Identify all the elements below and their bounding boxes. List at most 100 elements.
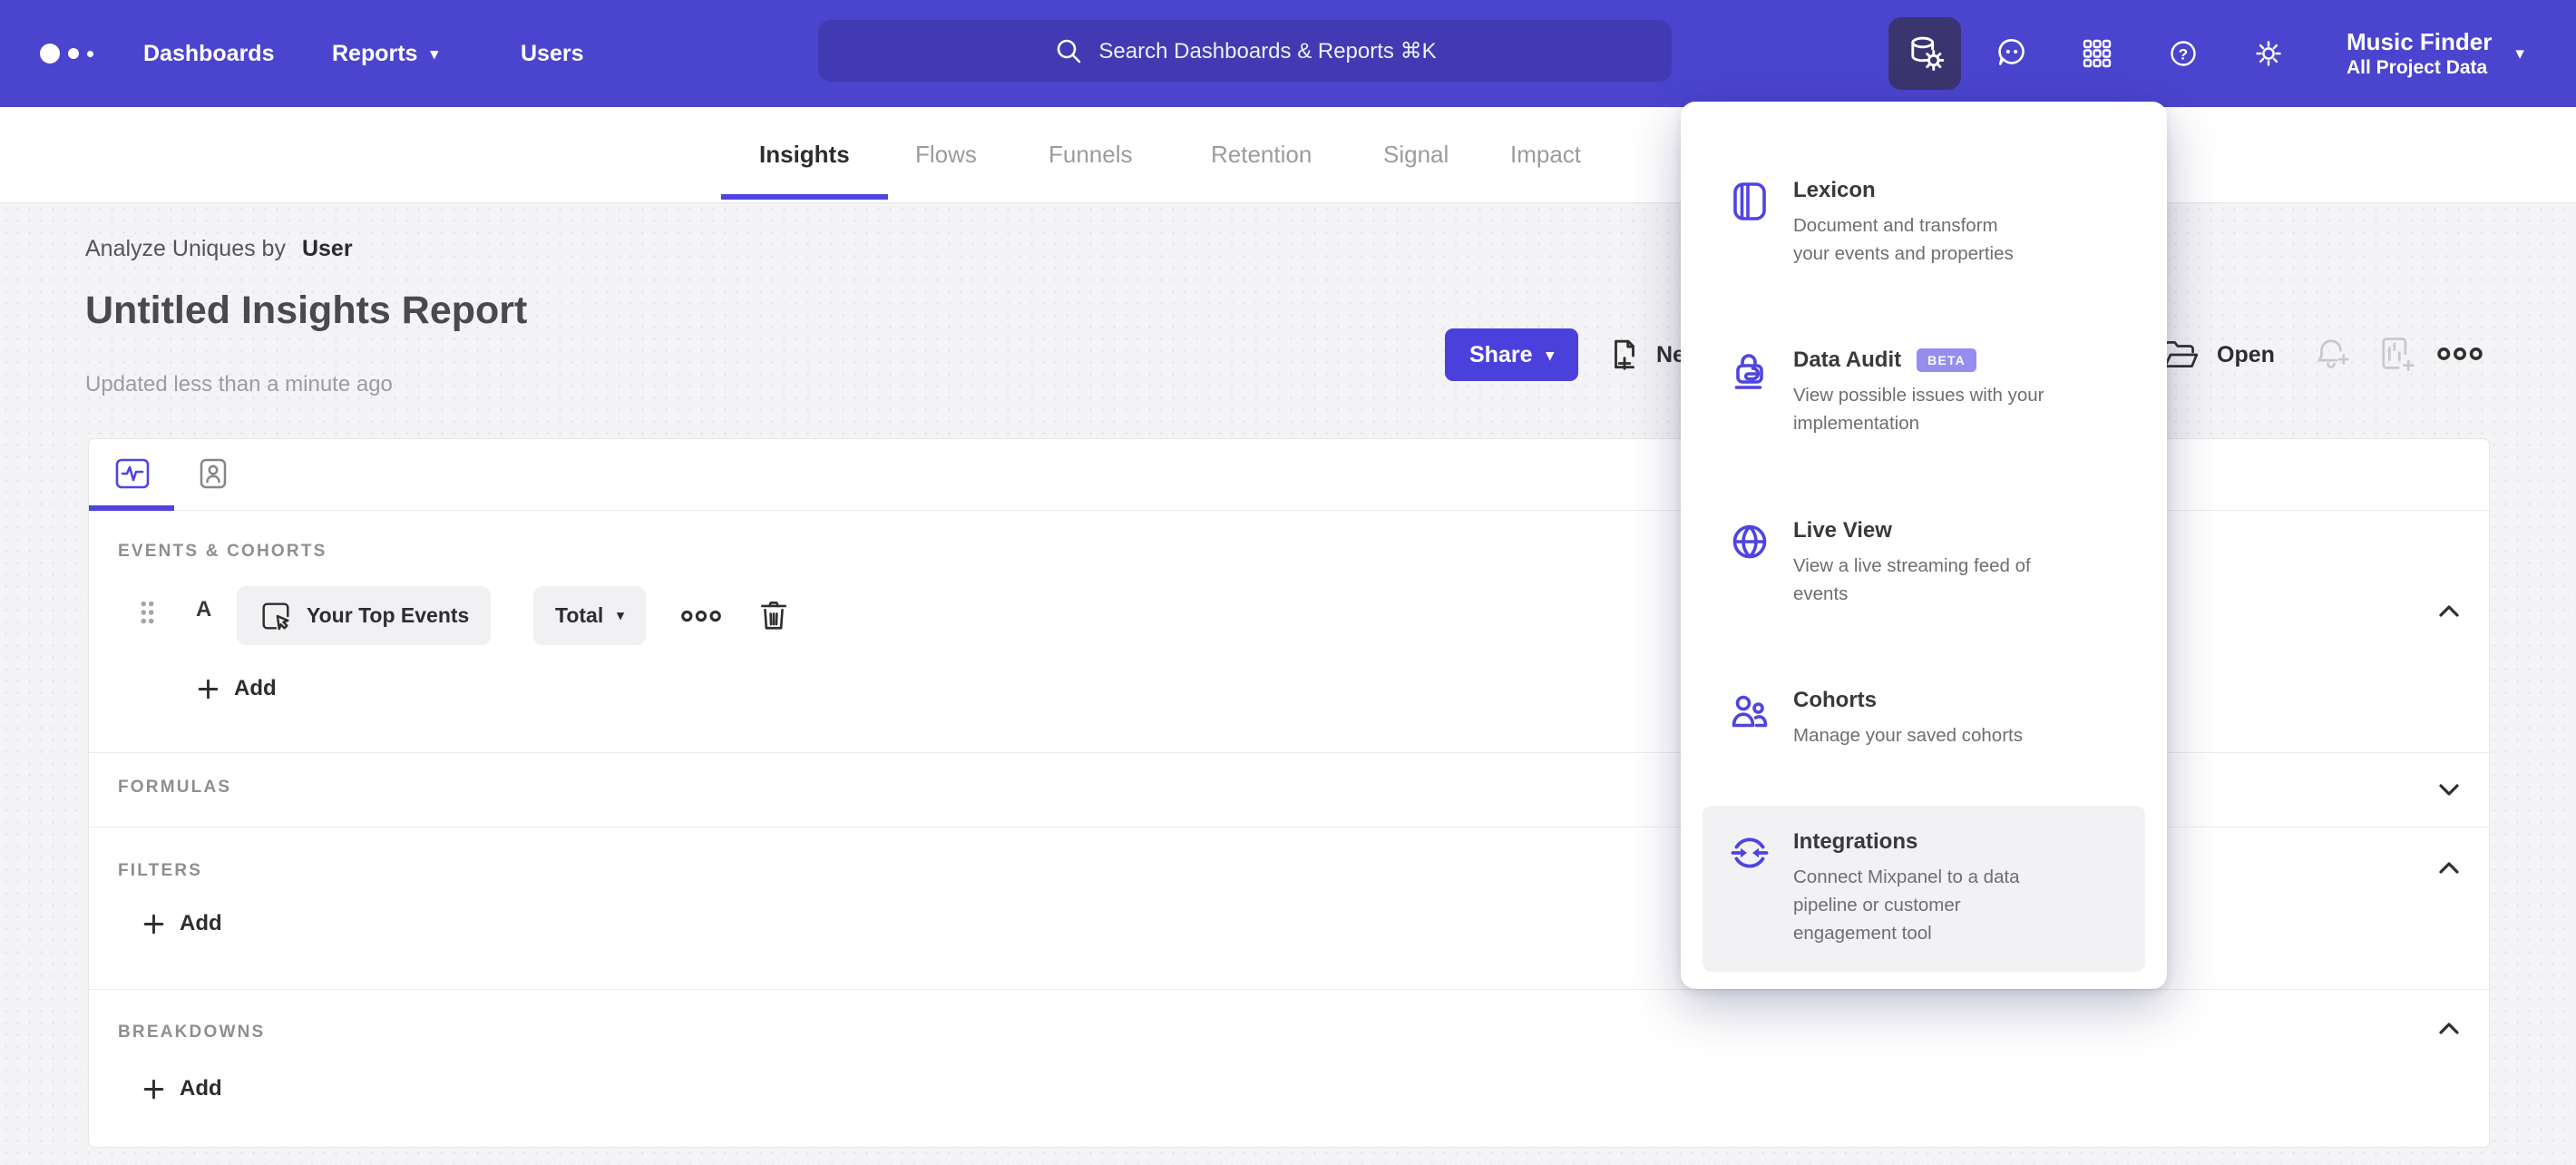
tab-retention[interactable]: Retention <box>1211 107 1312 202</box>
drag-handle-icon[interactable] <box>139 599 156 631</box>
trash-icon <box>757 598 790 632</box>
metric-selector-button[interactable]: Total ▾ <box>533 586 646 645</box>
add-to-board-button[interactable] <box>2376 334 2416 374</box>
page-background: Analyze Uniques by User Untitled Insight… <box>0 203 2576 1165</box>
search-input[interactable]: Search Dashboards & Reports ⌘K <box>818 20 1672 82</box>
menu-item-integrations[interactable]: Integrations Connect Mixpanel to a data … <box>1703 806 2145 972</box>
chat-bubble-icon <box>1991 33 2033 74</box>
menu-item-title: Data Audit <box>1793 348 1902 373</box>
plus-icon <box>196 677 220 701</box>
metric-label: Total <box>555 603 604 627</box>
logo-dot-small <box>87 50 93 57</box>
breakdowns-section: BREAKDOWNS Add <box>89 989 2489 1149</box>
menu-item-lexicon[interactable]: Lexicon Document and transform your even… <box>1703 154 2145 291</box>
analyze-entity[interactable]: User <box>302 236 353 262</box>
add-event-button[interactable]: Add <box>196 676 277 701</box>
data-management-button[interactable] <box>1888 17 1961 90</box>
updated-timestamp: Updated less than a minute ago <box>85 372 393 396</box>
menu-item-description: View a live streaming feed of events <box>1793 554 2031 604</box>
add-label: Add <box>180 1076 222 1101</box>
event-more-button[interactable] <box>680 608 722 624</box>
nav-link-reports-label: Reports <box>332 40 418 66</box>
logo-dot-medium <box>68 48 79 59</box>
share-label: Share <box>1469 341 1533 367</box>
menu-item-title: Live View <box>1793 517 1892 543</box>
nav-link-dashboards[interactable]: Dashboards <box>143 0 274 107</box>
add-label: Add <box>180 911 222 935</box>
menu-item-description: Manage your saved cohorts <box>1793 724 2023 746</box>
search-icon <box>1053 35 1084 66</box>
formulas-section-label: FORMULAS <box>118 778 232 797</box>
top-nav: Dashboards Reports ▾ Users Search Dashbo… <box>0 0 2576 107</box>
lexicon-book-icon <box>1726 178 1773 268</box>
apps-grid-button[interactable] <box>2075 0 2119 107</box>
project-switcher[interactable]: Music Finder All Project Data ▾ <box>2347 0 2524 107</box>
svg-text:?: ? <box>2179 46 2188 64</box>
pulse-chart-icon <box>114 457 151 490</box>
expand-formulas-chevron[interactable] <box>2435 777 2464 805</box>
question-mark-icon: ? <box>2163 34 2203 73</box>
events-view-tab[interactable] <box>114 457 151 490</box>
gear-icon <box>2249 34 2288 73</box>
add-label: Add <box>234 676 277 700</box>
add-filter-button[interactable]: Add <box>141 911 222 936</box>
search-placeholder: Search Dashboards & Reports ⌘K <box>1098 38 1437 64</box>
menu-item-description: View possible issues with your implement… <box>1793 385 2044 435</box>
settings-button[interactable] <box>2247 0 2290 107</box>
event-selector-button[interactable]: Your Top Events <box>237 586 492 645</box>
ellipsis-icon <box>2436 345 2483 363</box>
plus-icon <box>141 912 166 936</box>
add-breakdown-button[interactable]: Add <box>141 1076 222 1101</box>
tab-flows[interactable]: Flows <box>915 107 977 202</box>
globe-icon <box>1726 518 1773 608</box>
menu-item-cohorts[interactable]: Cohorts Manage your saved cohorts <box>1703 664 2145 773</box>
lock-audit-icon <box>1726 348 1773 437</box>
menu-item-title: Lexicon <box>1793 178 1876 202</box>
share-button[interactable]: Share ▾ <box>1445 328 1578 381</box>
file-plus-icon <box>1607 338 1642 372</box>
user-card-icon <box>198 457 229 490</box>
filters-section-label: FILTERS <box>118 861 203 880</box>
nav-link-users[interactable]: Users <box>521 0 584 107</box>
tab-impact[interactable]: Impact <box>1510 107 1581 202</box>
menu-item-description: Document and transform your events and p… <box>1793 215 2014 265</box>
more-actions-button[interactable] <box>2436 345 2483 363</box>
mixpanel-logo[interactable] <box>40 0 93 107</box>
chevron-down-icon: ▾ <box>430 44 439 63</box>
menu-item-description: Connect Mixpanel to a data pipeline or c… <box>1793 866 2020 945</box>
people-icon <box>1726 688 1773 749</box>
menu-item-title: Cohorts <box>1793 687 1877 712</box>
menu-item-data-audit[interactable]: Data Audit BETA View possible issues wit… <box>1703 324 2145 461</box>
mixpanel-app: Dashboards Reports ▾ Users Search Dashbo… <box>0 0 2576 1165</box>
tab-insights[interactable]: Insights <box>721 107 888 202</box>
report-type-tabs: Insights Flows Funnels Retention Signal … <box>0 107 2576 203</box>
collapse-filters-chevron[interactable] <box>2435 855 2464 883</box>
chevron-down-icon: ▾ <box>617 608 624 623</box>
open-report-button[interactable]: Open <box>2157 328 2280 381</box>
folder-open-icon <box>2162 338 2200 371</box>
project-subtitle: All Project Data <box>2347 57 2488 79</box>
database-gear-icon <box>1904 33 1946 74</box>
event-cursor-icon <box>259 599 293 633</box>
chevron-down-icon: ▾ <box>2515 44 2524 64</box>
breakdowns-section-label: BREAKDOWNS <box>118 1023 266 1042</box>
help-button[interactable]: ? <box>2161 0 2205 107</box>
collapse-events-chevron[interactable] <box>2435 598 2464 626</box>
nav-link-reports[interactable]: Reports ▾ <box>332 0 438 107</box>
menu-item-live-view[interactable]: Live View View a live streaming feed of … <box>1703 494 2145 631</box>
collapse-breakdowns-chevron[interactable] <box>2435 1015 2464 1043</box>
feedback-button[interactable] <box>1990 0 2034 107</box>
chart-plus-icon <box>2376 334 2416 374</box>
alert-bell-plus-button[interactable] <box>2311 334 2351 374</box>
event-name: Your Top Events <box>307 603 470 627</box>
tab-signal[interactable]: Signal <box>1383 107 1449 202</box>
data-management-menu: Lexicon Document and transform your even… <box>1681 102 2167 989</box>
open-label: Open <box>2217 341 2275 367</box>
analyze-prefix: Analyze Uniques by <box>85 236 286 261</box>
events-section-label: EVENTS & COHORTS <box>118 542 327 561</box>
project-name: Music Finder <box>2347 27 2493 55</box>
delete-event-button[interactable] <box>757 598 790 632</box>
report-title[interactable]: Untitled Insights Report <box>85 289 527 333</box>
profiles-view-tab[interactable] <box>198 457 229 490</box>
tab-funnels[interactable]: Funnels <box>1049 107 1133 202</box>
